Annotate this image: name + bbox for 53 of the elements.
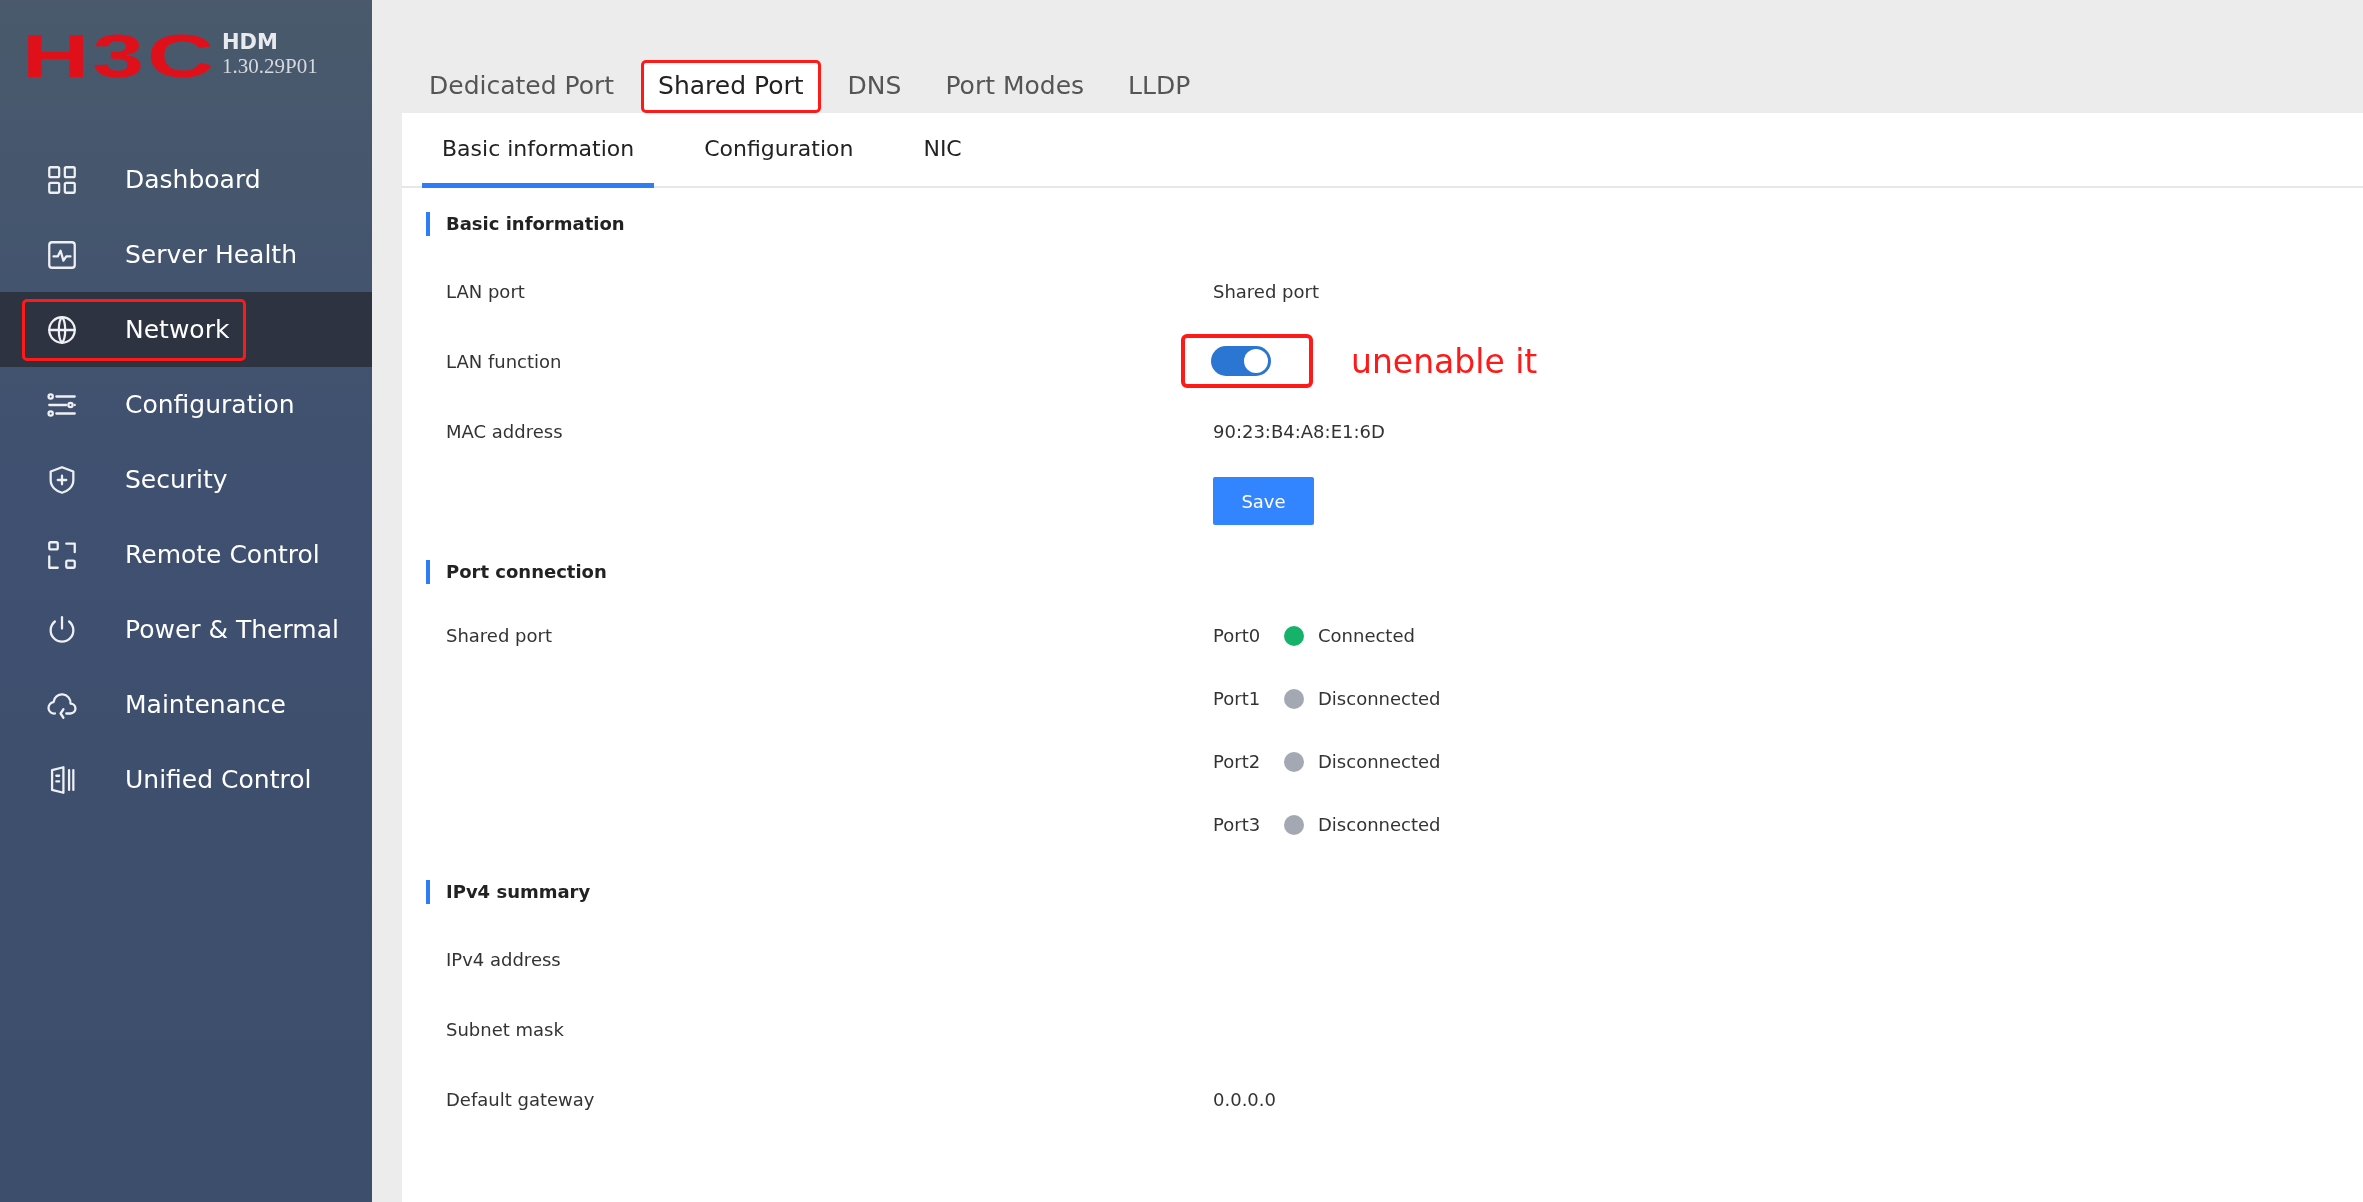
sidebar-item[interactable]: Dashboard (0, 142, 372, 217)
field-value: Shared port (1213, 280, 1319, 302)
product-name: HDM (222, 30, 279, 54)
port-status: Connected (1318, 625, 1415, 646)
port-status: Disconnected (1318, 751, 1441, 772)
shield-icon (49, 465, 75, 494)
save-button[interactable]: Save (1213, 477, 1314, 525)
version-text: 1.30.29P01 (222, 54, 318, 79)
sidebar-item[interactable]: Unified Control (0, 742, 372, 817)
field-label: LAN function (445, 350, 563, 372)
field-label: MAC address (445, 420, 564, 442)
sidebar-item[interactable]: Maintenance (0, 667, 372, 742)
field-value: 90:23:B4:A8:E1:6D (1213, 420, 1385, 442)
field-value: 0.0.0.0 (1213, 1088, 1276, 1110)
top-tab[interactable]: Port Modes (928, 60, 1102, 113)
field-label: IPv4 address (445, 948, 562, 970)
sidebar-item[interactable]: Network (0, 292, 372, 367)
section-heading: IPv4 summary (426, 880, 2363, 904)
sub-tab[interactable]: Basic information (422, 113, 655, 188)
sidebar-item[interactable]: Power & Thermal (0, 592, 372, 667)
pulse-icon (48, 240, 76, 269)
field-label: Subnet mask (445, 1018, 565, 1040)
field-label: Default gateway (445, 1088, 596, 1110)
top-tab[interactable]: LLDP (1111, 60, 1208, 113)
section-heading: Port connection (426, 560, 2363, 584)
sidebar-item[interactable]: Remote Control (0, 517, 372, 592)
section-heading: Basic information (426, 212, 2363, 236)
top-tab[interactable]: Dedicated Port (412, 60, 632, 113)
port-name: Port3 (1213, 814, 1262, 835)
top-tab[interactable]: DNS (830, 60, 919, 113)
remote-icon (48, 540, 76, 569)
field-label: Shared port (445, 624, 553, 648)
sliders-icon (47, 392, 76, 417)
rack-icon (50, 765, 75, 794)
field-label: LAN port (445, 280, 526, 302)
port-name: Port1 (1213, 688, 1262, 709)
brand-logo: H3C (22, 30, 218, 82)
top-tab[interactable]: Shared Port (641, 60, 821, 113)
sub-tab[interactable]: NIC (903, 113, 982, 188)
toggle-switch[interactable] (1211, 346, 1271, 376)
globe-icon (48, 315, 76, 344)
sub-tab[interactable]: Configuration (684, 113, 874, 188)
port-status: Disconnected (1318, 814, 1441, 835)
port-name: Port0 (1213, 625, 1262, 646)
grid-icon (48, 165, 76, 194)
sidebar-item[interactable]: Security (0, 442, 372, 517)
port-name: Port2 (1213, 751, 1262, 772)
port-status: Disconnected (1318, 688, 1441, 709)
power-icon (49, 615, 75, 643)
cloud-icon (47, 692, 77, 719)
sidebar-item[interactable]: Server Health (0, 217, 372, 292)
annotation-text: unenable it (1351, 341, 1538, 381)
sidebar-item[interactable]: Configuration (0, 367, 372, 442)
